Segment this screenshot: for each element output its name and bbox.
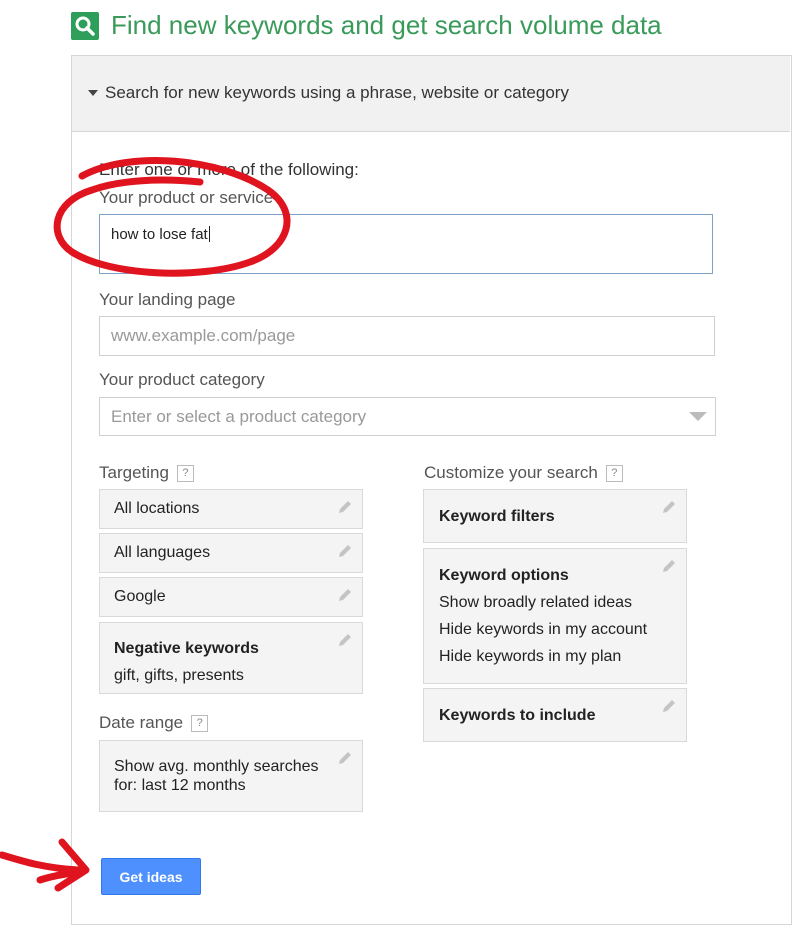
section-header-label[interactable]: Search for new keywords using a phrase, … <box>105 83 569 103</box>
keyword-option: Show broadly related ideas <box>439 594 633 611</box>
help-icon[interactable]: ? <box>191 715 209 732</box>
landing-page-label: Your landing page <box>99 290 236 309</box>
date-range-line2: for: last 12 months <box>114 777 246 794</box>
targeting-label-text: Targeting <box>99 463 169 482</box>
language-value: All languages <box>114 544 211 561</box>
location-card[interactable]: All locations <box>99 489 363 529</box>
product-input[interactable]: how to lose fat <box>99 214 713 274</box>
negative-keywords-value: gift, gifts, presents <box>114 667 244 684</box>
date-range-label: Date range? <box>99 713 209 733</box>
date-range-label-text: Date range <box>99 713 184 732</box>
negative-keywords-card[interactable]: Negative keywords gift, gifts, presents <box>99 622 363 694</box>
pencil-icon[interactable] <box>336 498 354 516</box>
keyword-option: Hide keywords in my account <box>439 621 648 638</box>
pencil-icon[interactable] <box>336 586 354 604</box>
pencil-icon[interactable] <box>660 697 678 715</box>
pencil-icon[interactable] <box>336 631 354 649</box>
customize-label: Customize your search? <box>424 463 623 483</box>
network-value: Google <box>114 588 166 605</box>
keywords-include-card[interactable]: Keywords to include <box>423 688 687 742</box>
pencil-icon[interactable] <box>660 498 678 516</box>
negative-keywords-title: Negative keywords <box>114 640 259 657</box>
pencil-icon[interactable] <box>660 557 678 575</box>
page-title: Find new keywords and get search volume … <box>111 10 662 40</box>
pencil-icon[interactable] <box>336 542 354 560</box>
keyword-options-title: Keyword options <box>439 567 569 584</box>
get-ideas-button[interactable]: Get ideas <box>101 858 201 895</box>
date-range-line1: Show avg. monthly searches <box>114 758 319 775</box>
keyword-option: Hide keywords in my plan <box>439 648 622 665</box>
keyword-filters-card[interactable]: Keyword filters <box>423 489 687 543</box>
landing-page-input[interactable]: www.example.com/page <box>99 316 715 356</box>
targeting-label: Targeting? <box>99 463 194 483</box>
keywords-include-title: Keywords to include <box>439 707 596 724</box>
help-icon[interactable]: ? <box>176 465 194 482</box>
category-placeholder: Enter or select a product category <box>111 406 367 426</box>
category-select[interactable]: Enter or select a product category <box>99 397 716 436</box>
date-range-card[interactable]: Show avg. monthly searches for: last 12 … <box>99 740 363 812</box>
product-input-value: how to lose fat <box>111 226 208 243</box>
keyword-filters-title: Keyword filters <box>439 508 555 525</box>
form-intro: Enter one or more of the following: <box>99 160 359 179</box>
product-label: Your product or service <box>99 188 274 207</box>
dropdown-arrow-icon[interactable] <box>689 412 707 421</box>
category-label: Your product category <box>99 370 265 389</box>
help-icon[interactable]: ? <box>605 465 623 482</box>
network-card[interactable]: Google <box>99 577 363 617</box>
search-icon <box>71 12 99 40</box>
language-card[interactable]: All languages <box>99 533 363 573</box>
text-cursor <box>208 226 210 242</box>
pencil-icon[interactable] <box>336 749 354 767</box>
location-value: All locations <box>114 500 200 517</box>
keyword-options-card[interactable]: Keyword options Show broadly related ide… <box>423 548 687 684</box>
customize-label-text: Customize your search <box>424 463 598 482</box>
caret-down-icon[interactable] <box>88 90 98 96</box>
landing-page-placeholder: www.example.com/page <box>111 326 296 345</box>
